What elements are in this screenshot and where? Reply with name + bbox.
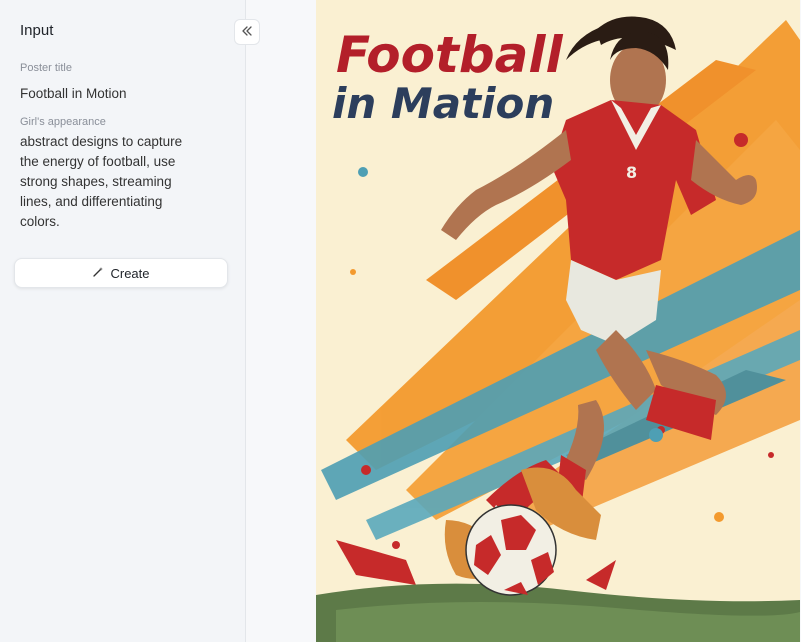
- appearance-value[interactable]: abstract designs to capture the energy o…: [20, 132, 200, 232]
- poster-image: Football in Mation 8: [316, 0, 800, 642]
- double-chevron-left-icon: [241, 24, 253, 41]
- poster-title-label: Poster title: [20, 62, 72, 74]
- poster-title-value[interactable]: Football in Motion: [20, 84, 127, 104]
- football-ball: [465, 504, 557, 596]
- appearance-label: Girl's appearance: [20, 116, 106, 128]
- preview-area: Football in Mation 8: [247, 0, 801, 642]
- svg-text:8: 8: [626, 163, 637, 182]
- sidebar-panel: Input Poster title Football in Motion Gi…: [0, 0, 246, 642]
- poster-title-line2: in Mation: [332, 79, 554, 128]
- magic-wand-icon: [92, 266, 104, 281]
- poster-title-line1: Football: [336, 26, 564, 84]
- collapse-sidebar-button[interactable]: [234, 19, 260, 45]
- create-button-label: Create: [110, 265, 150, 281]
- poster-illustration: Football in Mation 8: [316, 0, 800, 642]
- panel-title: Input: [20, 22, 54, 39]
- create-button[interactable]: Create: [14, 258, 228, 288]
